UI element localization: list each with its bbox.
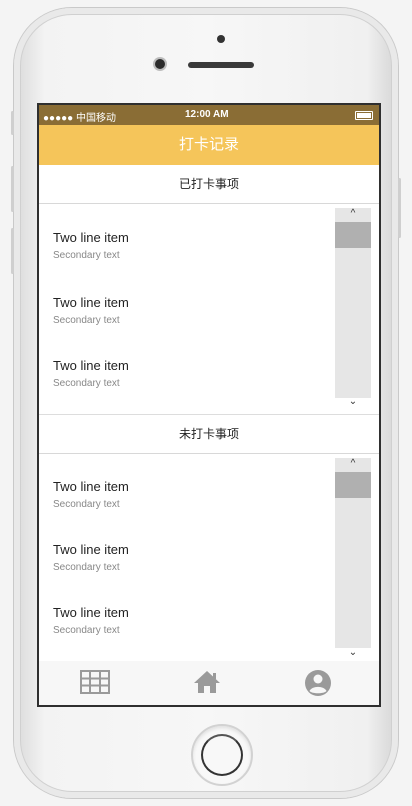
grid-icon[interactable]	[80, 669, 110, 697]
section-title-unchecked: 未打卡事项	[39, 415, 379, 454]
volume-down-button	[11, 228, 14, 274]
list-item[interactable]: Two line item Secondary text	[53, 358, 129, 389]
sensor-dot	[217, 35, 225, 43]
unchecked-list[interactable]: Two line item Secondary text Two line it…	[39, 454, 335, 660]
list-item-secondary: Secondary text	[53, 625, 120, 636]
page-title: 打卡记录	[39, 125, 379, 165]
battery-icon	[355, 111, 373, 120]
status-bar: ●●●●● 中国移动 12:00 AM	[39, 105, 379, 125]
status-time: 12:00 AM	[185, 109, 229, 120]
scroll-down-arrow[interactable]: ⌄	[335, 396, 371, 407]
scroll-up-arrow[interactable]: ^	[335, 458, 371, 469]
list-item[interactable]: Two line item Secondary text	[53, 542, 129, 573]
scroll-up-arrow[interactable]: ^	[335, 208, 371, 219]
earpiece-speaker	[188, 62, 254, 68]
list-item-secondary: Secondary text	[53, 499, 120, 510]
mute-switch	[11, 111, 14, 135]
app-screen: ●●●●● 中国移动 12:00 AM 打卡记录 已打卡事项 Two line …	[37, 103, 381, 707]
list-item[interactable]: Two line item Secondary text	[53, 605, 129, 636]
list-item[interactable]: Two line item Secondary text	[53, 295, 129, 326]
home-button[interactable]	[191, 724, 253, 786]
list-item-primary: Two line item	[53, 479, 129, 494]
list-item-primary: Two line item	[53, 295, 129, 310]
home-icon[interactable]	[192, 669, 222, 697]
account-circle-icon[interactable]	[303, 669, 333, 697]
scroll-down-arrow[interactable]: ⌄	[335, 647, 371, 658]
list-item-primary: Two line item	[53, 542, 129, 557]
checked-list[interactable]: Two line item Secondary text Two line it…	[39, 204, 335, 412]
front-camera	[155, 59, 165, 69]
bottom-tab-bar	[39, 661, 379, 705]
section-title-checked: 已打卡事项	[39, 165, 379, 204]
list-item[interactable]: Two line item Secondary text	[53, 479, 129, 510]
list-item-secondary: Secondary text	[53, 250, 120, 261]
power-button	[398, 178, 401, 238]
list-item-primary: Two line item	[53, 358, 129, 373]
scroll-thumb[interactable]	[335, 472, 371, 498]
list-item-secondary: Secondary text	[53, 315, 120, 326]
carrier-label: ●●●●● 中国移动	[43, 113, 116, 124]
scrollbar-unchecked[interactable]: ^	[335, 458, 371, 648]
list-item-secondary: Secondary text	[53, 562, 120, 573]
list-item-primary: Two line item	[53, 230, 129, 245]
home-button-ring	[201, 734, 243, 776]
list-item-secondary: Secondary text	[53, 378, 120, 389]
list-item[interactable]: Two line item Secondary text	[53, 230, 129, 261]
volume-up-button	[11, 166, 14, 212]
scrollbar-checked[interactable]: ^	[335, 208, 371, 398]
list-item-primary: Two line item	[53, 605, 129, 620]
scroll-thumb[interactable]	[335, 222, 371, 248]
